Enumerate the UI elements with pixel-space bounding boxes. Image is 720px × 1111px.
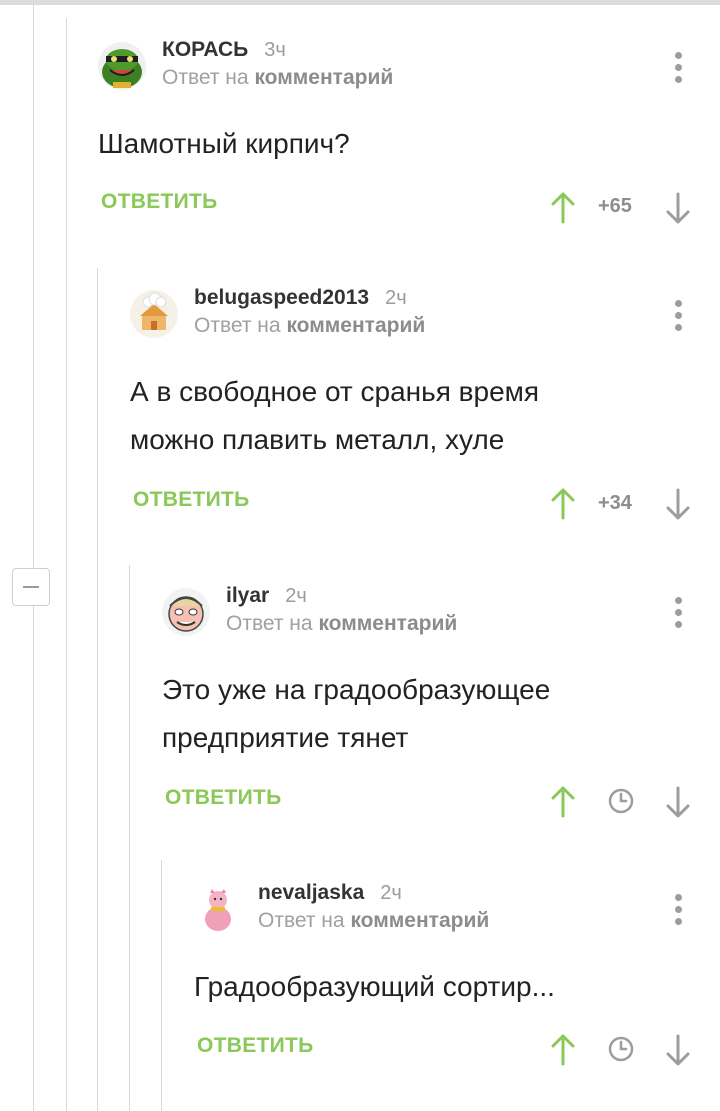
more-options-icon[interactable] [675, 300, 683, 334]
comment-time: 2ч [385, 287, 407, 309]
collapse-thread-icon[interactable] [12, 568, 50, 606]
comment-text-line: Градообразующий сортир... [194, 971, 555, 1002]
comment-time: 2ч [285, 585, 307, 607]
clock-icon [608, 1036, 634, 1062]
downvote-arrow-icon[interactable] [665, 786, 691, 818]
author-name[interactable]: belugaspeed2013 [194, 286, 369, 309]
reply-to: Ответ на комментарий [258, 909, 489, 933]
reply-prefix: Ответ на [162, 66, 249, 89]
more-options-icon[interactable] [675, 52, 683, 86]
reply-prefix: Ответ на [226, 612, 313, 635]
comment-rating: +34 [598, 492, 632, 514]
comment-text-line: предприятие тянет [162, 722, 409, 753]
author-name[interactable]: ilyar [226, 584, 269, 607]
thread-line [66, 18, 67, 1111]
downvote-arrow-icon[interactable] [665, 488, 691, 520]
reply-button[interactable]: ОТВЕТИТЬ [197, 1034, 314, 1058]
thread-line [97, 268, 98, 1111]
clock-icon [608, 788, 634, 814]
frog-avatar-icon[interactable] [98, 42, 146, 90]
pink-pig-avatar-icon[interactable] [194, 885, 242, 933]
comment-time: 3ч [264, 39, 286, 61]
comment-text: Это уже на градообразующее предприятие т… [162, 666, 550, 762]
reply-to: Ответ на комментарий [226, 612, 457, 636]
reply-target-link[interactable]: комментарий [286, 314, 425, 337]
reply-button[interactable]: ОТВЕТИТЬ [133, 488, 250, 512]
cartoon-face-avatar-icon[interactable] [162, 588, 210, 636]
reply-target-link[interactable]: комментарий [254, 66, 393, 89]
upvote-arrow-icon[interactable] [550, 1034, 576, 1066]
more-options-icon[interactable] [675, 894, 683, 928]
comment-text-line: А в свободное от сранья время [130, 376, 540, 407]
comment-time: 2ч [380, 882, 402, 904]
downvote-arrow-icon[interactable] [665, 192, 691, 224]
comment-text: А в свободное от сранья время можно плав… [130, 368, 539, 464]
top-divider [0, 0, 720, 5]
reply-button[interactable]: ОТВЕТИТЬ [165, 786, 282, 810]
comment-text: Шамотный кирпич? [98, 120, 350, 168]
thread-line [161, 860, 162, 1111]
comment-author[interactable]: nevaljaska 2ч [258, 881, 402, 905]
comment-author[interactable]: belugaspeed2013 2ч [194, 286, 407, 310]
reply-prefix: Ответ на [258, 909, 345, 932]
comment-text-line: Это уже на градообразующее [162, 674, 551, 705]
comment-text-line: Шамотный кирпич? [98, 128, 350, 159]
comment-rating: +65 [598, 195, 632, 217]
downvote-arrow-icon[interactable] [665, 1034, 691, 1066]
reply-target-link[interactable]: комментарий [350, 909, 489, 932]
thread-line [33, 0, 34, 1111]
author-name[interactable]: КОРАСЬ [162, 38, 248, 61]
upvote-arrow-icon[interactable] [550, 192, 576, 224]
author-name[interactable]: nevaljaska [258, 881, 364, 904]
upvote-arrow-icon[interactable] [550, 488, 576, 520]
reply-to: Ответ на комментарий [162, 66, 393, 90]
upvote-arrow-icon[interactable] [550, 786, 576, 818]
comment-author[interactable]: КОРАСЬ 3ч [162, 38, 286, 62]
more-options-icon[interactable] [675, 597, 683, 631]
reply-prefix: Ответ на [194, 314, 281, 337]
chef-house-avatar-icon[interactable] [130, 290, 178, 338]
reply-button[interactable]: ОТВЕТИТЬ [101, 190, 218, 214]
comment-text-line: можно плавить металл, хуле [130, 424, 505, 455]
reply-target-link[interactable]: комментарий [318, 612, 457, 635]
comment-text: Градообразующий сортир... [194, 963, 555, 1011]
thread-line [129, 565, 130, 1111]
reply-to: Ответ на комментарий [194, 314, 425, 338]
comment-author[interactable]: ilyar 2ч [226, 584, 307, 608]
